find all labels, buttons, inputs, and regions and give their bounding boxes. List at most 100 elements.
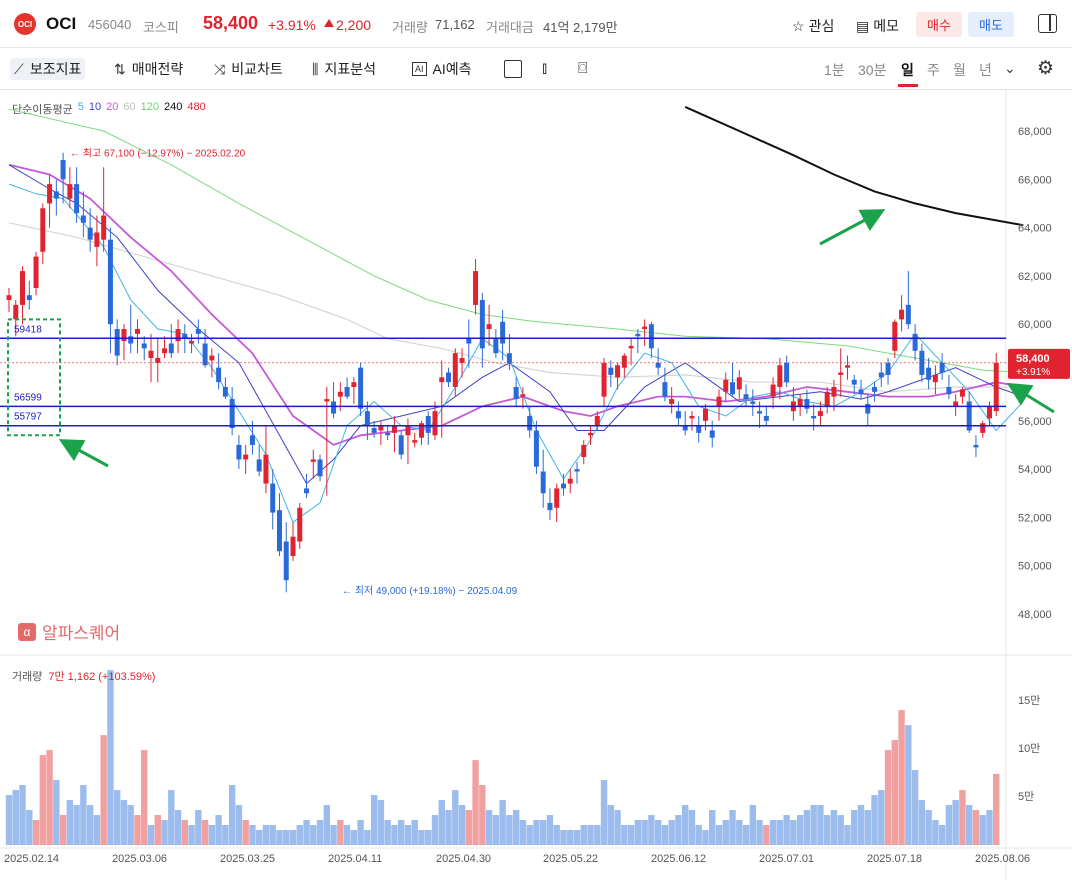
candle-body (851, 379, 857, 385)
candle-body (229, 399, 235, 429)
candle (162, 336, 168, 359)
candle-body (892, 321, 898, 351)
date-tick-label: 2025.05.22 (543, 853, 598, 865)
candle-body (878, 372, 884, 378)
candle-body (986, 406, 992, 419)
sell-button[interactable]: 매도 (968, 12, 1014, 37)
candle-body (310, 459, 316, 462)
candle-body (243, 454, 249, 460)
volume-bar (174, 810, 182, 845)
volume-tick-label: 10만 (1018, 742, 1040, 755)
period-1min[interactable]: 1분 (824, 60, 845, 80)
candle-body (283, 541, 289, 581)
candle-body (689, 415, 695, 419)
candle-body (47, 184, 53, 204)
volume-bar (587, 825, 594, 845)
candle-body (824, 391, 830, 407)
watermark-text: 알파스퀘어 (42, 624, 121, 643)
volume-bar (188, 825, 195, 845)
compare-button[interactable]: ⤨ 비교차트 (210, 58, 287, 80)
candle-body (33, 256, 39, 288)
period-day[interactable]: 일 (901, 60, 914, 80)
volume-bar (492, 815, 500, 845)
volume-bar (141, 750, 148, 845)
candle-body (412, 440, 418, 443)
candle (939, 353, 945, 380)
candle-body (141, 343, 147, 349)
candle-body (256, 459, 262, 472)
volume-bar (844, 825, 851, 845)
candle (547, 488, 553, 520)
volume-bar (729, 810, 736, 845)
period-month[interactable]: 월 (953, 60, 966, 80)
volume-bar (323, 805, 331, 845)
candle (669, 386, 675, 414)
candle-body (662, 382, 668, 397)
volume-bar (648, 815, 655, 845)
volume-bar (790, 820, 797, 845)
candle-body (669, 399, 675, 404)
gear-icon[interactable]: ⚙ (1037, 57, 1054, 80)
volume-bar (851, 810, 858, 845)
volume-bar (796, 815, 804, 845)
candle-body (757, 411, 763, 414)
candle (486, 304, 492, 346)
volume-bar (303, 820, 310, 845)
candle (824, 386, 830, 414)
period-year[interactable]: 년 (979, 60, 992, 80)
candle (716, 389, 722, 421)
date-tick-label: 2025.02.14 (4, 853, 59, 865)
candle (797, 394, 803, 416)
indicators-button[interactable]: ⟋ 보조지표 (10, 58, 86, 80)
candle-type-button[interactable]: ⫾ (538, 58, 551, 80)
analysis-icon: ⫼ (312, 60, 319, 77)
period-dropdown-icon[interactable]: ⌄ (1004, 60, 1016, 77)
volume-bar (533, 820, 540, 845)
candle-body (567, 478, 573, 484)
candle (493, 329, 499, 359)
candle-body (506, 353, 512, 363)
candle-body (939, 362, 945, 373)
volume-bar (661, 825, 669, 845)
candle (195, 319, 201, 344)
candle-body (459, 358, 465, 363)
screenshot-button[interactable]: ⌼ (574, 58, 592, 80)
candle (222, 377, 228, 400)
date-tick-label: 2025.03.06 (112, 853, 167, 865)
candle (87, 208, 93, 252)
price-tick-label: 68,000 (1018, 126, 1052, 138)
watch-button[interactable]: ☆ 관심 (792, 16, 834, 36)
support-line-label-3: 55797 (14, 412, 42, 423)
volume-bar (993, 773, 1000, 845)
candle-body (324, 399, 330, 402)
price-chart[interactable]: 59418 56599 55797 ← 최고 67,100 (−12.97%) − … (0, 90, 1072, 880)
ai-predict-button[interactable]: AI AI예측 (408, 58, 476, 80)
analysis-button[interactable]: ⫼ 지표분석 (308, 58, 380, 80)
buy-button[interactable]: 매수 (916, 12, 962, 37)
candle-body (804, 399, 810, 409)
candle-body (74, 184, 80, 214)
analysis-label: 지표분석 (324, 61, 376, 77)
memo-button[interactable]: ▤ 메모 (856, 16, 899, 36)
volume-bar (404, 825, 412, 845)
side-panel-icon[interactable] (1038, 14, 1057, 33)
candle (709, 420, 715, 448)
candle (662, 367, 668, 402)
stock-code: 456040 (88, 17, 132, 32)
memo-icon: ▤ (856, 17, 870, 34)
volume-bar (911, 770, 919, 845)
period-30min[interactable]: 30분 (858, 60, 886, 80)
change-value: 2,200 (336, 17, 372, 33)
volume-bar (431, 815, 439, 845)
candle (385, 425, 391, 441)
volume-bar (316, 820, 324, 845)
candle-body (249, 435, 255, 445)
candle-body (371, 428, 377, 433)
period-week[interactable]: 주 (927, 60, 940, 80)
strategy-button[interactable]: ⇅ 매매전략 (110, 58, 187, 80)
volume-bar (600, 780, 608, 845)
volume-bar (830, 810, 838, 845)
volume-bar (938, 825, 946, 845)
drawing-box-button[interactable] (500, 58, 526, 80)
candle-body (466, 338, 472, 344)
